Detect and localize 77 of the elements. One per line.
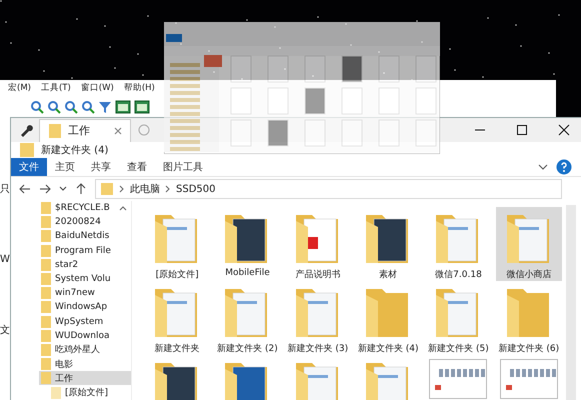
tab[interactable]: 工作 xyxy=(39,118,131,142)
chevron-down-icon[interactable] xyxy=(538,163,548,171)
ribbon-tab[interactable]: 主页 xyxy=(47,158,83,176)
folder-item[interactable]: 新建文件夹 xyxy=(144,281,210,355)
folder-item[interactable]: 新建文件夹 (5) xyxy=(425,281,492,355)
nav-item[interactable]: [原始文件] xyxy=(39,385,131,400)
menu-item[interactable]: 帮助(H) xyxy=(124,82,155,96)
folder-icon xyxy=(41,287,51,300)
magnifier-icon[interactable] xyxy=(81,100,95,114)
folder-icon xyxy=(41,244,51,257)
folder-icon xyxy=(19,142,35,158)
menu-item[interactable]: 宏(M) xyxy=(8,82,31,96)
magnifier-icon[interactable] xyxy=(64,100,78,114)
window-icon[interactable] xyxy=(115,100,131,114)
folder-item[interactable]: 新建文件夹 (4) xyxy=(355,281,422,355)
folder-icon xyxy=(41,330,51,342)
nav-item[interactable]: WUDownloa xyxy=(39,328,131,343)
menu-item[interactable]: 窗口(W) xyxy=(80,82,114,96)
nav-item[interactable]: star2 xyxy=(39,258,131,272)
nav-item[interactable]: 电影 xyxy=(39,357,131,372)
folder-icon xyxy=(41,273,51,286)
maximize-icon[interactable] xyxy=(516,124,528,136)
text-fragment: 只 xyxy=(0,183,10,196)
folder-icon xyxy=(41,216,51,228)
ribbon-tab[interactable]: 图片工具 xyxy=(155,158,211,176)
folder-item[interactable]: MobileFile xyxy=(214,207,281,281)
filter-icon[interactable] xyxy=(98,100,112,114)
close-icon[interactable] xyxy=(558,124,570,136)
scroll-up-icon[interactable] xyxy=(119,205,127,211)
help-icon[interactable] xyxy=(556,159,572,175)
ribbon-tab[interactable]: 文件 xyxy=(11,158,47,176)
folder-icon xyxy=(48,122,62,138)
window-icon[interactable] xyxy=(134,100,150,114)
breadcrumb-item[interactable]: 此电脑 xyxy=(130,182,160,196)
forward-arrow-icon[interactable] xyxy=(39,183,51,195)
menu-item[interactable]: 工具(T) xyxy=(40,82,71,96)
folder-item[interactable]: 新建文件夹 (2) xyxy=(214,281,281,355)
nav-item[interactable]: Program File xyxy=(39,244,131,258)
ribbon-tab[interactable]: 共享 xyxy=(83,158,119,176)
nav-item[interactable]: WindowsAp xyxy=(39,300,131,314)
caret-icon[interactable] xyxy=(59,186,67,192)
text-fragment: 文 xyxy=(0,324,10,337)
nav-item[interactable]: WpSystem xyxy=(39,314,131,329)
nav-item[interactable]: 20200824 xyxy=(39,215,131,230)
folder-icon xyxy=(41,258,51,271)
folder-item[interactable]: 微信小商店 xyxy=(496,207,562,281)
folder-icon xyxy=(41,230,51,242)
folder-item[interactable]: 产品说明书 xyxy=(284,207,351,281)
nav-item[interactable]: win7new xyxy=(39,286,131,300)
folder-icon xyxy=(41,202,51,214)
folder-icon xyxy=(41,358,51,370)
window-title: 新建文件夹 (4) xyxy=(41,144,108,157)
nav-item[interactable]: BaiduNetdis xyxy=(39,229,131,244)
back-arrow-icon[interactable] xyxy=(19,183,31,195)
folder-icon xyxy=(41,372,51,384)
folder-icon xyxy=(51,386,61,399)
ribbon-tab[interactable]: 查看 xyxy=(119,158,155,176)
folder-icon xyxy=(100,182,114,196)
folder-icon xyxy=(41,301,51,314)
breadcrumb-item[interactable]: SSD500 xyxy=(176,184,216,194)
folder-item[interactable]: 微信7.0.18 xyxy=(425,207,492,281)
up-arrow-icon[interactable] xyxy=(75,183,87,195)
text-fragment: W xyxy=(0,254,10,265)
chevron-right-icon xyxy=(119,185,125,193)
chevron-right-icon xyxy=(165,185,171,193)
nav-item[interactable]: 吃鸡外星人 xyxy=(39,342,131,358)
nav-item[interactable]: $RECYCLE.B xyxy=(39,201,131,216)
folder-item[interactable]: [原始文件] xyxy=(144,207,210,281)
folder-icon xyxy=(41,344,51,356)
folder-icon xyxy=(41,316,51,328)
folder-item[interactable]: 新建文件夹 (6) xyxy=(496,281,562,355)
folder-item[interactable]: 素材 xyxy=(355,207,422,281)
nav-item[interactable]: 工作 xyxy=(39,371,131,386)
wrench-icon[interactable] xyxy=(19,123,33,137)
nav-item[interactable]: System Volu xyxy=(39,272,131,286)
folder-item[interactable]: 新建文件夹 (3) xyxy=(284,281,351,355)
address-bar[interactable]: 此电脑 SSD500 xyxy=(95,179,562,199)
